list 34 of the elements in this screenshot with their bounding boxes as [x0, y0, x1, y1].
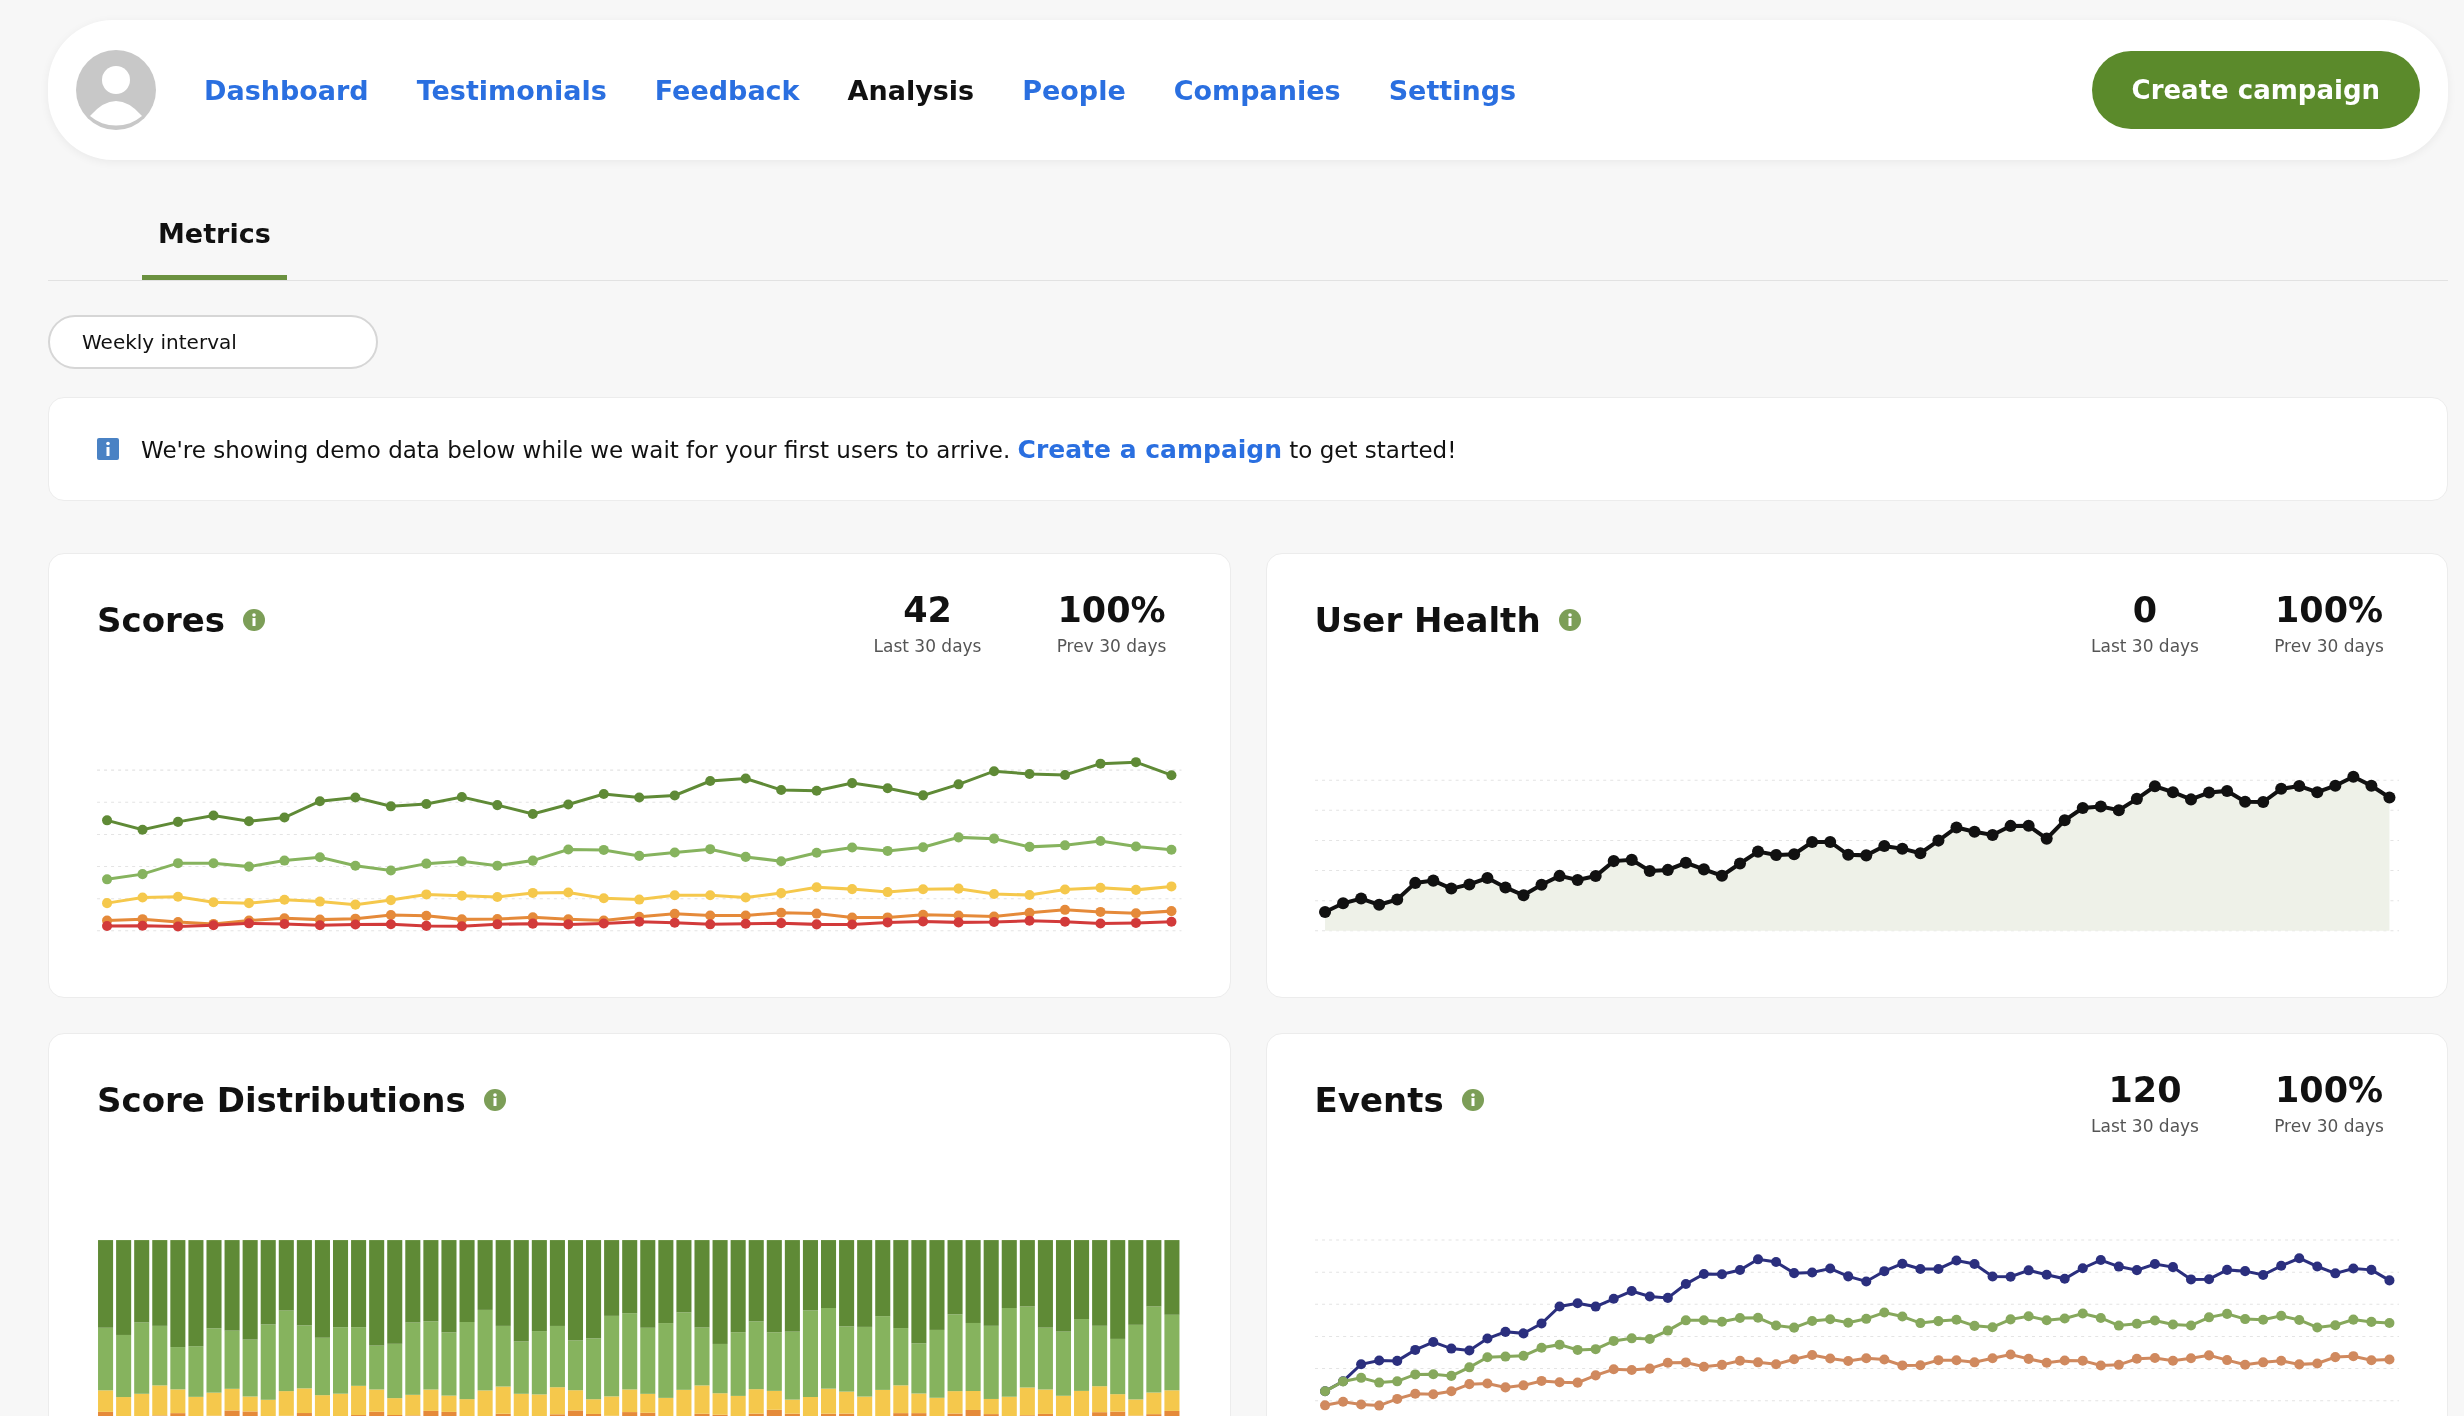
create-campaign-link[interactable]: Create a campaign	[1017, 434, 1283, 464]
info-icon	[483, 1089, 506, 1111]
info-icon	[97, 438, 119, 460]
nav-link[interactable]: People	[1022, 74, 1126, 106]
stat-value: 0	[2132, 590, 2158, 630]
card-title: Score Distributions	[97, 1080, 466, 1120]
nav-link[interactable]: Feedback	[654, 74, 800, 106]
card-title: User Health	[1314, 600, 1541, 640]
info-icon	[243, 609, 266, 631]
avatar-icon	[76, 50, 156, 130]
nav-link[interactable]: Testimonials	[416, 74, 607, 106]
nav-link[interactable]: Dashboard	[204, 74, 369, 106]
card-title: Events	[1314, 1080, 1444, 1120]
stat-value: 100%	[2274, 590, 2384, 630]
card-title: Scores	[97, 600, 226, 640]
stat-label: Last 30 days	[2091, 1116, 2199, 1136]
stat-value: 42	[903, 590, 952, 630]
nav-link[interactable]: Analysis	[847, 74, 975, 106]
stat-label: Prev 30 days	[1056, 636, 1167, 656]
stat-value: 120	[2108, 1070, 2182, 1110]
stat-value: 100%	[1057, 590, 1166, 630]
stat-label: Prev 30 days	[2274, 636, 2384, 656]
info-icon	[1558, 609, 1581, 631]
interval-select[interactable]: Weekly interval	[48, 315, 378, 369]
tab[interactable]: Metrics	[142, 208, 287, 280]
demo-data-message: We're showing demo data below while we wait for your first users to arrive. Create a campaign to get started!	[141, 434, 1457, 464]
stat-value: 100%	[2274, 1070, 2384, 1110]
create-campaign-button[interactable]: Create campaign	[2091, 51, 2420, 129]
info-icon	[1461, 1089, 1484, 1111]
nav-link[interactable]: Settings	[1388, 74, 1517, 106]
nav-link[interactable]: Companies	[1173, 74, 1341, 106]
stat-label: Last 30 days	[2091, 636, 2199, 656]
stat-label: Last 30 days	[873, 636, 982, 656]
stat-label: Prev 30 days	[2274, 1116, 2384, 1136]
